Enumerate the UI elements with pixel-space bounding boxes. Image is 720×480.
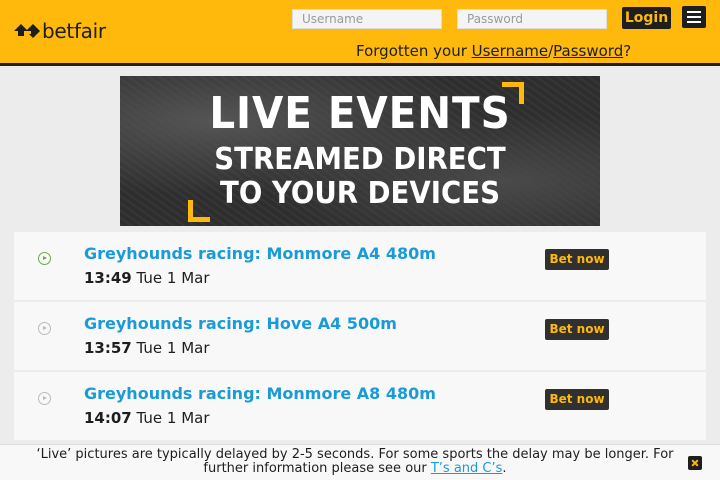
username-input[interactable] xyxy=(292,9,442,29)
betfair-arrows-icon xyxy=(14,21,40,41)
event-row: Greyhounds racing: Hove A4 500m 13:57 Tu… xyxy=(14,302,706,370)
event-datetime: 14:07 Tue 1 Mar xyxy=(84,409,210,427)
bet-now-button[interactable]: Bet now xyxy=(545,249,609,270)
password-input[interactable] xyxy=(457,9,607,29)
stream-delay-notice: ‘Live’ pictures are typically delayed by… xyxy=(0,444,720,480)
forgotten-password-link[interactable]: Password xyxy=(553,42,623,60)
event-datetime: 13:57 Tue 1 Mar xyxy=(84,339,210,357)
event-title-link[interactable]: Greyhounds racing: Hove A4 500m xyxy=(84,314,397,333)
banner-subline-1: STREAMED DIRECT xyxy=(214,142,506,177)
notice-end: . xyxy=(502,461,507,476)
terms-link[interactable]: T’s and C’s xyxy=(431,461,503,476)
corner-bracket-icon xyxy=(188,200,210,222)
forgotten-username-link[interactable]: Username xyxy=(472,42,548,60)
event-row: Greyhounds racing: Monmore A8 480m 14:07… xyxy=(14,372,706,440)
event-date: Tue 1 Mar xyxy=(136,339,210,357)
event-time: 13:49 xyxy=(84,269,132,287)
notice-body: ‘Live’ pictures are typically delayed by… xyxy=(36,447,674,476)
event-row: Greyhounds racing: Monmore A4 480m 13:49… xyxy=(14,232,706,300)
event-datetime: 13:49 Tue 1 Mar xyxy=(84,269,210,287)
play-circle-icon xyxy=(38,322,51,335)
event-time: 14:07 xyxy=(84,409,132,427)
betfair-logo[interactable]: betfair xyxy=(14,19,106,43)
bet-now-button[interactable]: Bet now xyxy=(545,319,609,340)
play-circle-icon xyxy=(38,252,51,265)
corner-bracket-icon xyxy=(502,82,524,104)
event-title-link[interactable]: Greyhounds racing: Monmore A4 480m xyxy=(84,244,436,263)
brand-name: betfair xyxy=(42,19,106,43)
event-date: Tue 1 Mar xyxy=(136,269,210,287)
forgotten-prefix: Forgotten your xyxy=(356,42,472,60)
bet-now-button[interactable]: Bet now xyxy=(545,389,609,410)
forgotten-suffix: ? xyxy=(623,42,632,60)
header: betfair Login Forgotten your Username/Pa… xyxy=(0,0,720,66)
forgotten-credentials: Forgotten your Username/Password? xyxy=(356,42,631,60)
login-button[interactable]: Login xyxy=(622,7,671,29)
close-icon[interactable] xyxy=(688,456,702,470)
event-title-link[interactable]: Greyhounds racing: Monmore A8 480m xyxy=(84,384,436,403)
notice-text: ‘Live’ pictures are typically delayed by… xyxy=(20,448,690,476)
live-events-banner: LIVE EVENTS STREAMED DIRECT TO YOUR DEVI… xyxy=(120,76,600,226)
hamburger-icon[interactable] xyxy=(682,6,706,28)
play-circle-icon xyxy=(38,392,51,405)
event-time: 13:57 xyxy=(84,339,132,357)
event-date: Tue 1 Mar xyxy=(136,409,210,427)
